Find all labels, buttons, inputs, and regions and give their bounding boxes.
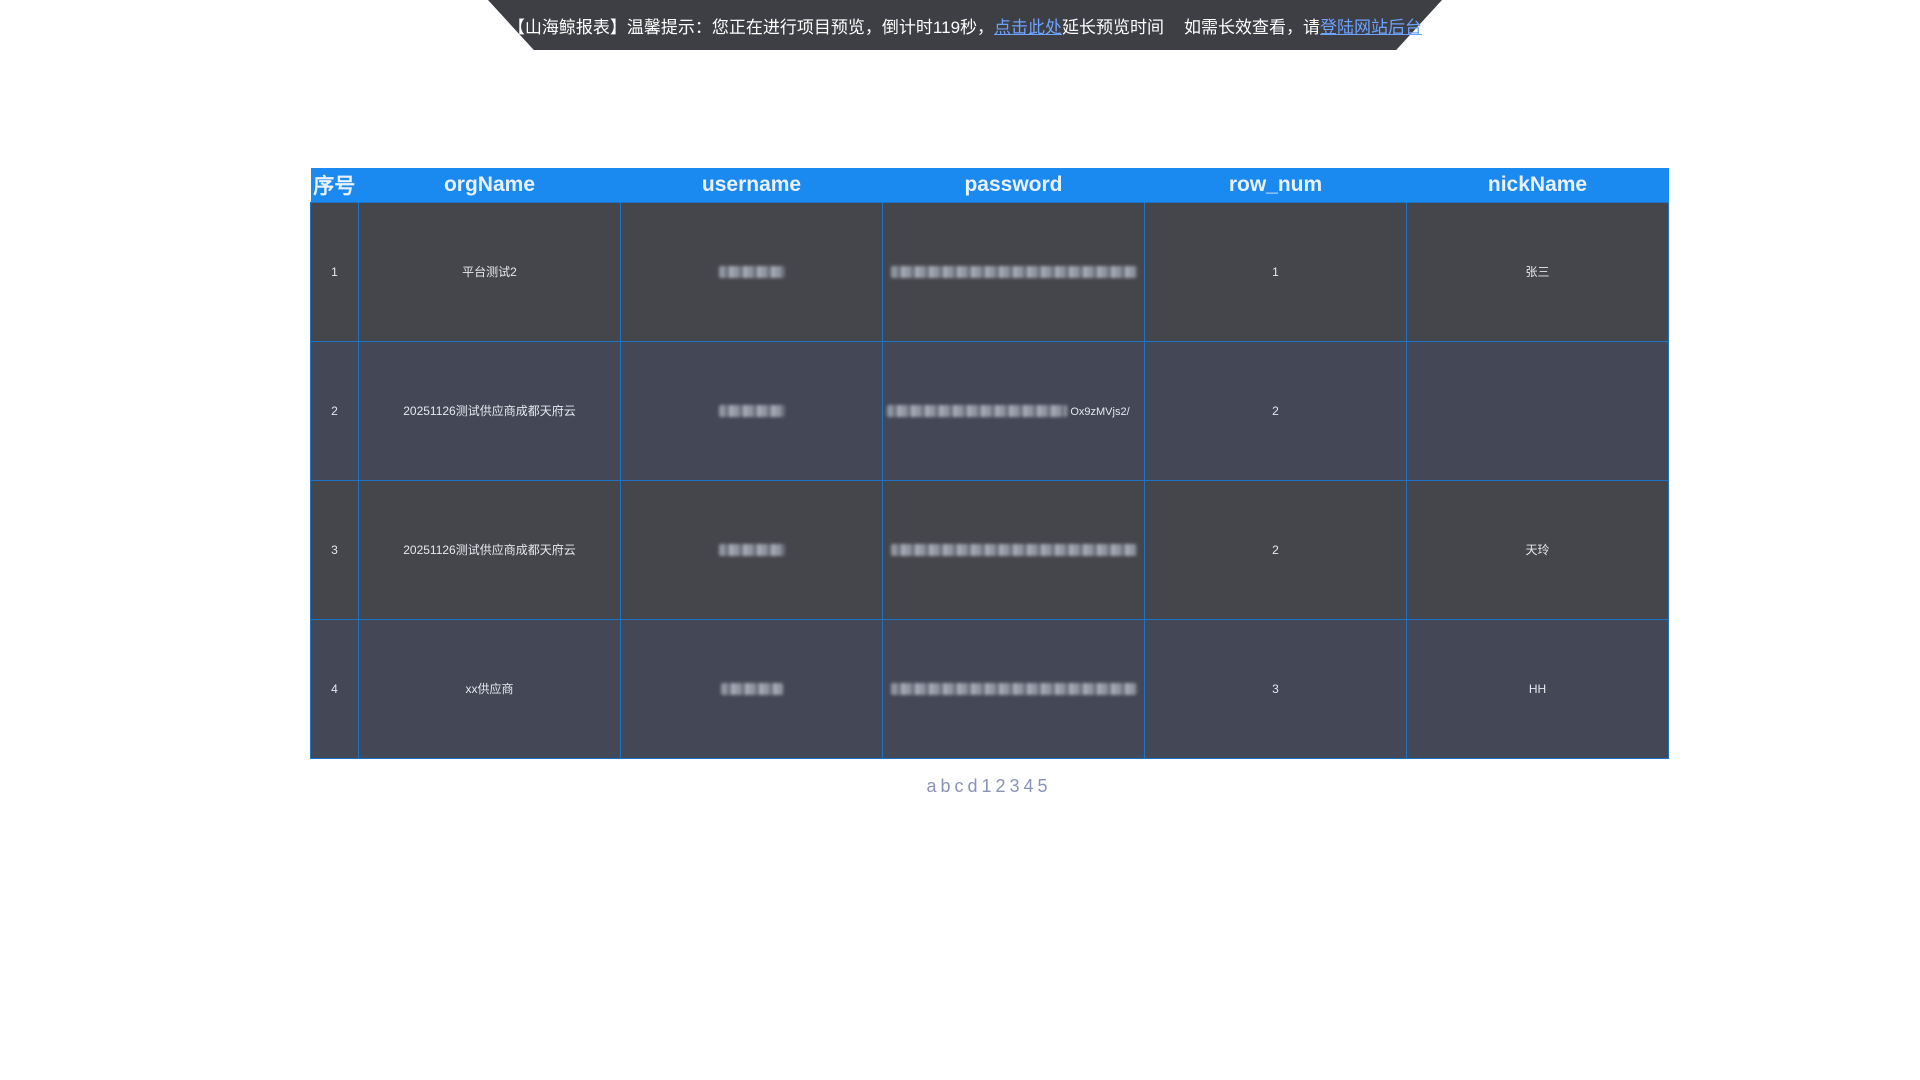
preview-banner: 【山海鲸报表】温馨提示：您正在进行项目预览，倒计时119秒， 点击此处 延长预览… xyxy=(488,0,1442,50)
cell-username xyxy=(620,201,883,342)
header-orgname: orgName xyxy=(358,168,621,202)
report-table: 序号 orgName username password row_num nic… xyxy=(310,168,1669,759)
cell-orgname: 20251126测试供应商成都天府云 xyxy=(358,340,621,481)
cell-username xyxy=(620,479,883,620)
cell-username xyxy=(620,618,883,759)
table-row: 4 xx供应商 3 HH xyxy=(310,618,1669,759)
login-backend-link[interactable]: 登陆网站后台 xyxy=(1320,13,1422,38)
cell-row-num: 2 xyxy=(1144,479,1407,620)
pagination-text[interactable]: abcd12345 xyxy=(310,776,1668,797)
table-header-row: 序号 orgName username password row_num nic… xyxy=(310,168,1669,202)
redacted-username xyxy=(718,544,785,557)
banner-prefix: 【山海鲸报表】温馨提示：您正在进行项目预览，倒计时119秒， xyxy=(507,17,995,37)
banner-message: 【山海鲸报表】温馨提示：您正在进行项目预览，倒计时119秒， 点击此处 延长预览… xyxy=(488,0,1442,50)
cell-row-num: 2 xyxy=(1144,340,1407,481)
cell-index: 2 xyxy=(310,340,359,481)
redacted-password xyxy=(890,266,1137,279)
header-nickname: nickName xyxy=(1406,168,1669,202)
cell-nickname: 天玲 xyxy=(1406,479,1669,620)
redacted-password xyxy=(890,683,1137,696)
banner-middle: 延长预览时间 xyxy=(1062,17,1165,37)
header-index: 序号 xyxy=(310,168,359,202)
table-row: 2 20251126测试供应商成都天府云 Ox9zMVjs2/ 2 xyxy=(310,340,1669,481)
table-row: 1 平台测试2 1 张三 xyxy=(310,201,1669,342)
redacted-username xyxy=(718,266,785,279)
redacted-password xyxy=(890,544,1137,557)
cell-orgname: 20251126测试供应商成都天府云 xyxy=(358,479,621,620)
cell-orgname: 平台测试2 xyxy=(358,201,621,342)
redacted-username xyxy=(718,405,785,418)
password-visible-tail: Ox9zMVjs2/ xyxy=(1070,405,1130,418)
banner-long-view: 如需长效查看，请 xyxy=(1184,17,1321,37)
header-username: username xyxy=(620,168,883,202)
cell-index: 3 xyxy=(310,479,359,620)
extend-preview-link[interactable]: 点击此处 xyxy=(994,13,1062,38)
redacted-username xyxy=(720,683,783,696)
cell-password: Ox9zMVjs2/ xyxy=(882,340,1145,481)
header-row-num: row_num xyxy=(1144,168,1407,202)
cell-index: 1 xyxy=(310,201,359,342)
cell-row-num: 3 xyxy=(1144,618,1407,759)
cell-nickname: 张三 xyxy=(1406,201,1669,342)
cell-username xyxy=(620,340,883,481)
cell-password xyxy=(882,479,1145,620)
cell-nickname: HH xyxy=(1406,618,1669,759)
cell-password xyxy=(882,618,1145,759)
header-password: password xyxy=(882,168,1145,202)
report-table-container: 序号 orgName username password row_num nic… xyxy=(310,168,1669,759)
redacted-password xyxy=(887,405,1067,418)
cell-index: 4 xyxy=(310,618,359,759)
cell-orgname: xx供应商 xyxy=(358,618,621,759)
cell-password xyxy=(882,201,1145,342)
cell-nickname xyxy=(1406,340,1669,481)
table-row: 3 20251126测试供应商成都天府云 2 天玲 xyxy=(310,479,1669,620)
cell-row-num: 1 xyxy=(1144,201,1407,342)
